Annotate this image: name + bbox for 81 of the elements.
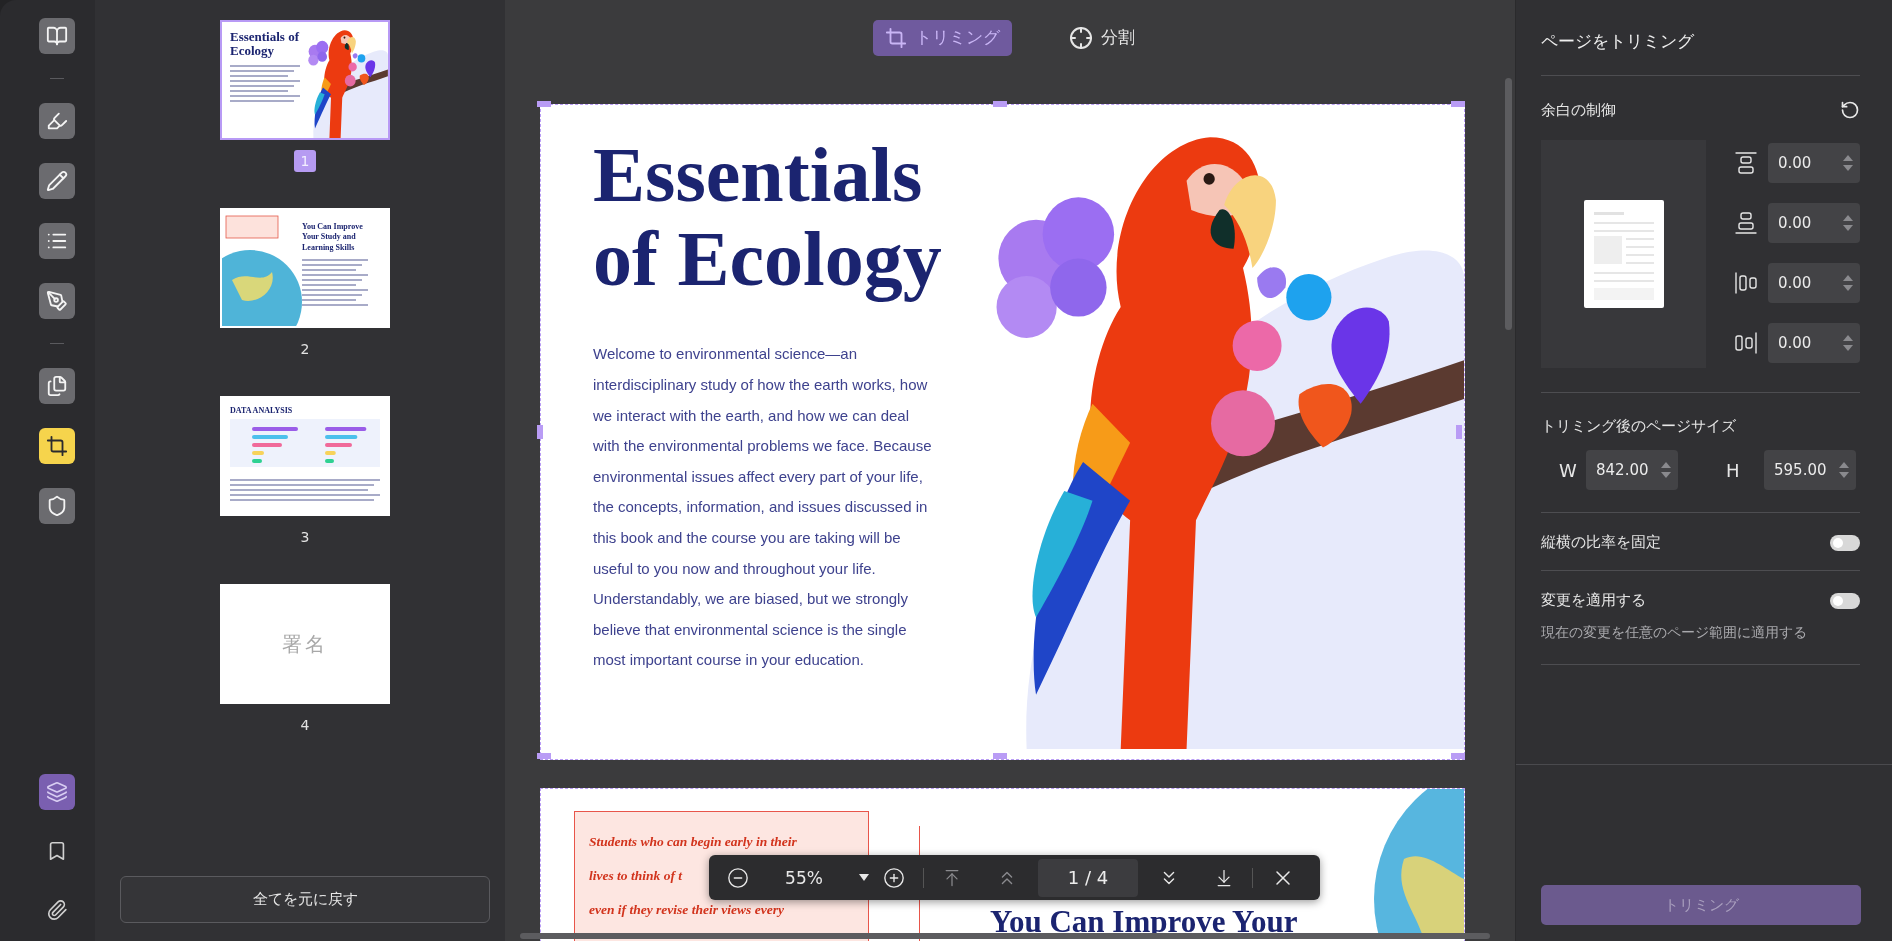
edit-tool-button[interactable] [38,163,75,199]
height-label: H [1725,459,1741,481]
stepper-icon[interactable] [1842,273,1854,293]
quote-line: Students who can begin early in their [589,833,797,851]
crop-handle[interactable] [537,753,551,759]
margin-icon [1734,331,1758,355]
reader-tool-button[interactable] [38,18,75,54]
margin-icon [1734,151,1758,175]
reset-icon [1840,100,1860,120]
book-icon [45,25,68,47]
reset-all-button[interactable]: 全てを元に戻す [120,876,490,923]
paperclip-icon [45,899,68,921]
layers-icon [45,781,68,803]
toggle-label: 変更を適用する [1541,591,1646,610]
margin-icon [1734,211,1758,235]
thumbnail-title: Essentials of Ecology [230,30,300,59]
margin-field[interactable]: 0.00 [1768,263,1860,303]
comment-tool-button[interactable] [38,103,75,139]
page-number: 2 [299,340,311,359]
zoom-in-icon [883,866,905,889]
stepper-icon[interactable] [1842,333,1854,353]
quote-line: lives to think of t [589,867,682,885]
quote-line: even if they revise their views every [589,901,784,919]
page-thumbnail[interactable]: DATA ANALYSIS [220,396,390,516]
mode-tab[interactable]: 分割 [1057,19,1147,56]
crop-tool-button[interactable] [38,428,75,464]
body-paragraph: Welcome to environmental science—an interdisciplinary study of how the earth works, how we interact with the earth, and how we can deal with the environmental problems we face. Because environmental issues affect every part of your life, the concepts, information, and issues discussed in this book and the course you are taking will be useful to you now and throughout your life. Understandably, we are biased, but we strongly believe that environmental science is the single most important course in your education. [593,344,933,671]
crop-handle[interactable] [1451,753,1465,759]
width-label: W [1558,459,1578,481]
margin-icon [1734,271,1758,295]
crop-icon [45,435,68,457]
pen-icon [45,290,68,312]
page-number: 1 [294,150,316,172]
panel-title: ページをトリミング [1541,30,1695,53]
crosshair-icon [1069,25,1093,50]
organize-tool-button[interactable] [38,368,75,404]
sign-tool-button[interactable] [38,283,75,319]
crop-handle[interactable] [1451,101,1465,107]
page-thumbnail[interactable]: Essentials of Ecology [220,20,390,140]
page-title: Essentials of Ecology [593,133,943,302]
highlighter-icon [45,110,68,132]
reset-button[interactable] [1840,100,1860,120]
toggle-description: 現在の変更を任意のページ範囲に適用する [1541,624,1808,642]
crop-handle[interactable] [537,425,543,439]
section-label: トリミング後のページサイズ [1541,417,1736,436]
stepper-icon[interactable] [1660,460,1672,480]
crop-handle[interactable] [993,101,1007,107]
thumbnail-text: 署名 [282,630,328,658]
zoom-level[interactable]: 55% [759,867,849,888]
thumbnail-title: DATA ANALYSIS [230,406,294,415]
page-number: 4 [299,716,311,735]
page-field[interactable]: 1 / 4 [1038,858,1138,897]
pages-icon [45,375,68,397]
thumbnail-title: You Can Improve Your Study and Learning Skills [302,222,364,254]
zoom-out-icon [727,866,749,889]
toggle-switch[interactable] [1830,592,1860,609]
page-number: 3 [299,528,311,547]
toggle-label: 縦横の比率を固定 [1541,533,1661,552]
pencil-icon [45,170,68,192]
crop-handle[interactable] [537,101,551,107]
stepper-icon[interactable] [1842,153,1854,173]
form-tool-button[interactable] [38,223,75,259]
stepper-icon[interactable] [1838,460,1850,480]
protect-tool-button[interactable] [38,488,75,524]
crop-handle[interactable] [1456,425,1462,439]
page-thumbnail[interactable]: You Can Improve Your Study and Learning Skills [220,208,390,328]
width-field[interactable]: 842.00 [1586,450,1678,490]
scrollbar[interactable] [1505,78,1512,330]
layers-button[interactable] [38,774,75,810]
stepper-icon[interactable] [1842,213,1854,233]
crop-icon [885,26,907,49]
toggle-switch[interactable] [1830,534,1860,551]
section-label: 余白の制御 [1541,100,1616,120]
page-heading: You Can Improve Your [990,904,1298,941]
margin-field[interactable]: 0.00 [1768,323,1860,363]
crop-handle[interactable] [993,753,1007,759]
margin-field[interactable]: 0.00 [1768,203,1860,243]
height-field[interactable]: 595.00 [1764,450,1856,490]
margin-field[interactable]: 0.00 [1768,143,1860,183]
caret-icon [859,873,869,882]
scrollbar[interactable] [520,933,1490,939]
